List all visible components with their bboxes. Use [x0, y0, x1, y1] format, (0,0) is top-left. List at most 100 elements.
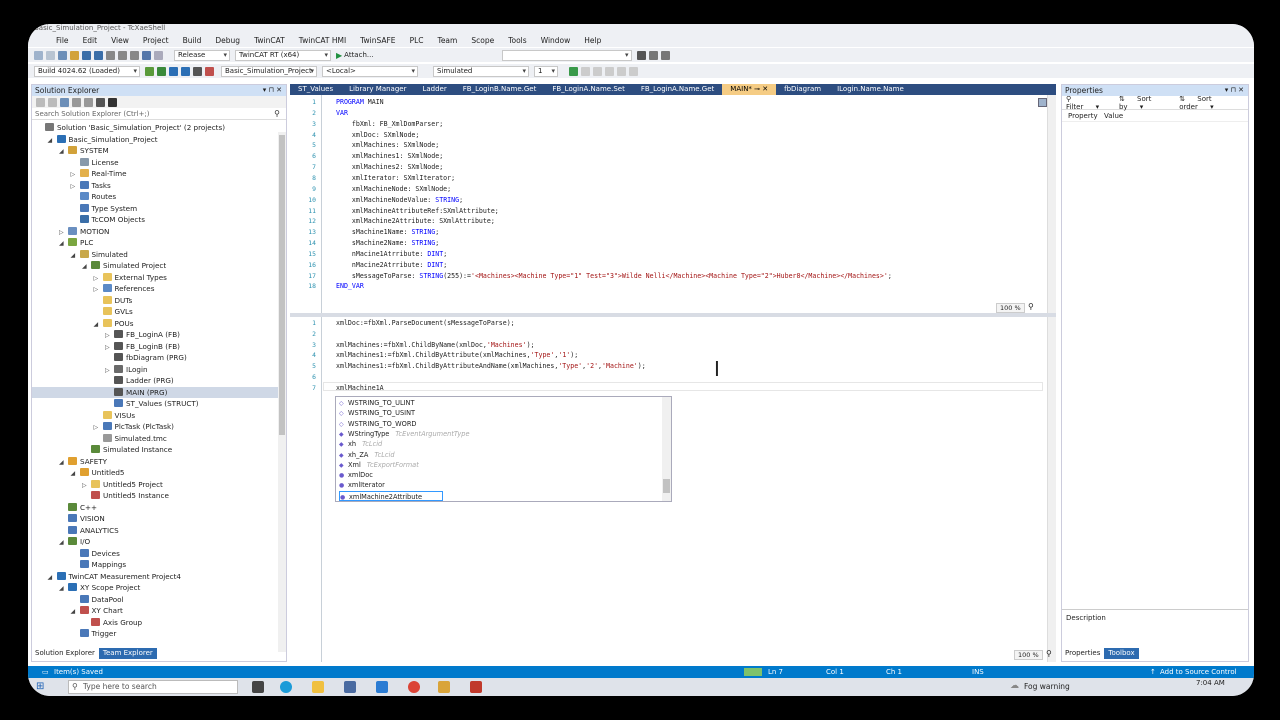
tree-item[interactable]: DataPool [32, 594, 278, 606]
code-line[interactable]: sMachine2Name: STRING; [336, 239, 439, 247]
tree-item[interactable]: Axis Group [32, 617, 278, 629]
code-line[interactable]: xmlDoc:=fbXml.ParseDocument(sMessageToPa… [336, 319, 515, 327]
tree-item[interactable]: Routes [32, 191, 278, 203]
paste-icon[interactable] [130, 50, 139, 60]
code-line[interactable]: xmlMachineNode: SXmlNode; [336, 185, 451, 193]
tree-item[interactable]: ▷ Tasks [32, 180, 278, 192]
tab-solution-explorer[interactable]: Solution Explorer [31, 648, 99, 659]
tree-item[interactable]: ◢ Untitled5 [32, 467, 278, 479]
menu-twincat[interactable]: TwinCAT [254, 36, 285, 45]
solution-explorer-scroll-thumb[interactable] [279, 135, 285, 435]
sort-order-button[interactable]: ⇅ Sort order ▾ [1179, 95, 1238, 111]
tree-item[interactable]: Devices [32, 548, 278, 560]
autocomplete-item[interactable]: ◆ xh_ZA TcLcid [339, 450, 395, 460]
editor-tab[interactable]: fbDiagram [776, 84, 829, 95]
zoom-level-bottom[interactable]: 100 % [1014, 650, 1043, 660]
autocomplete-item[interactable]: ◇ WSTRING_TO_WORD [339, 419, 416, 429]
home-icon[interactable] [60, 97, 69, 107]
close-tab-icon[interactable]: ⊸ ✕ [752, 85, 768, 93]
twincat-app-icon[interactable] [438, 681, 450, 693]
pane-controls[interactable]: ▾ ⊓ ✕ [1225, 85, 1244, 96]
menu-build[interactable]: Build [183, 36, 202, 45]
build-select[interactable]: Build 4024.62 (Loaded) [34, 65, 140, 77]
add-source-control-button[interactable]: Add to Source Control [1160, 666, 1237, 678]
login-icon[interactable] [569, 66, 578, 76]
autocomplete-item[interactable]: ● xmlMachine2Attribute [339, 490, 444, 501]
menu-debug[interactable]: Debug [215, 36, 240, 45]
declaration-editor[interactable]: 100 % ⚲ 1 PROGRAM MAIN 2 VAR 3 fbXml: FB_Xml… [290, 95, 1056, 315]
view-toggle-icon[interactable] [1038, 98, 1047, 107]
menu-plc[interactable]: PLC [410, 36, 424, 45]
tree-item[interactable]: Trigger [32, 628, 278, 640]
taskbar-search-input[interactable]: ⚲ Type here to search [68, 680, 238, 694]
weather-text[interactable]: Fog warning [1024, 682, 1070, 691]
tree-item[interactable]: ◢ TwinCAT Measurement Project4 [32, 571, 278, 583]
code-line[interactable]: END_VAR [336, 282, 364, 290]
windows-start-icon[interactable]: ⊞ [36, 681, 44, 692]
editor-tab[interactable]: FB_LoginA.Name.Get [633, 84, 722, 95]
back-icon[interactable] [36, 97, 45, 107]
run-mode-icon[interactable] [157, 66, 166, 76]
platform-select[interactable]: TwinCAT RT (x64) [235, 49, 331, 61]
editor-tab[interactable]: MAIN* ⊸ ✕ [722, 84, 777, 95]
menu-scope[interactable]: Scope [471, 36, 494, 45]
code-line[interactable]: sMessageToParse: STRING(255):='<Machines… [336, 272, 892, 280]
tree-item[interactable]: Simulated Instance [32, 444, 278, 456]
undo-icon[interactable] [142, 50, 151, 60]
declaration-scrollbar[interactable] [1047, 95, 1056, 315]
store-icon[interactable] [344, 681, 356, 693]
task-view-icon[interactable] [252, 681, 264, 693]
save-all-icon[interactable] [94, 50, 103, 60]
sync-icon[interactable] [72, 97, 81, 107]
clock-time[interactable]: 7:04 AM [1196, 679, 1225, 687]
tree-item[interactable]: MAIN (PRG) [32, 386, 278, 398]
settings-icon[interactable] [648, 50, 658, 60]
tree-item[interactable]: GVLs [32, 306, 278, 318]
mail-icon[interactable] [376, 681, 388, 693]
menu-twinsafe[interactable]: TwinSAFE [360, 36, 395, 45]
tree-item[interactable]: ▷ PlcTask (PlcTask) [32, 421, 278, 433]
menu-help[interactable]: Help [584, 36, 601, 45]
code-line[interactable]: xmlMachines1: SXmlNode; [336, 152, 443, 160]
tree-item[interactable]: Untitled5 Instance [32, 490, 278, 502]
find-combo[interactable] [501, 49, 632, 61]
menu-project[interactable]: Project [143, 36, 169, 45]
step-icon[interactable] [617, 66, 626, 76]
tree-item[interactable]: VISION [32, 513, 278, 525]
tree-item[interactable]: ◢ I/O [32, 536, 278, 548]
menu-twincat-hmi[interactable]: TwinCAT HMI [299, 36, 346, 45]
stop-icon[interactable] [593, 66, 602, 76]
scan-icon[interactable] [205, 66, 214, 76]
tree-item[interactable]: License [32, 157, 278, 169]
zoom-level-top[interactable]: 100 % [996, 303, 1025, 313]
collapse-icon[interactable] [108, 97, 117, 107]
breakpoint-icon[interactable] [629, 66, 638, 76]
tree-item[interactable]: Mappings [32, 559, 278, 571]
tree-item[interactable]: ▷ FB_LoginB (FB) [32, 341, 278, 353]
sort-by-button[interactable]: ⇅ Sort by ▾ [1119, 95, 1169, 111]
activate-config-icon[interactable] [145, 66, 154, 76]
window-icon[interactable] [660, 50, 670, 60]
recorder-app-icon[interactable] [470, 681, 482, 693]
editor-tab[interactable]: FB_LoginB.Name.Get [455, 84, 545, 95]
code-line[interactable]: sMachine1Name: STRING; [336, 228, 439, 236]
code-line[interactable]: PROGRAM MAIN [336, 98, 384, 106]
tab-toolbox[interactable]: Toolbox [1104, 648, 1139, 659]
autocomplete-item[interactable]: ● xmlIterator [339, 480, 385, 490]
file-explorer-icon[interactable] [312, 681, 324, 693]
code-line[interactable]: xmlMachineNodeValue: STRING; [336, 196, 463, 204]
forward-icon[interactable] [48, 97, 57, 107]
tree-item[interactable]: Simulated.tmc [32, 433, 278, 445]
tree-item[interactable]: ◢ SAFETY [32, 456, 278, 468]
code-line[interactable]: xmlMachine2Attribute: SXmlAttribute; [336, 217, 495, 225]
code-line[interactable]: fbXml: FB_XmlDomParser; [336, 120, 443, 128]
code-line[interactable]: nMacine1Atrribute: DINT; [336, 250, 447, 258]
config-mode-icon[interactable] [169, 66, 178, 76]
tree-item[interactable]: ▷ References [32, 283, 278, 295]
code-line[interactable]: xmlMachines1:=fbXml.ChildByAttribute(xml… [336, 351, 578, 359]
tree-item[interactable]: Type System [32, 203, 278, 215]
menu-file[interactable]: File [56, 36, 69, 45]
implementation-scrollbar[interactable] [1047, 317, 1056, 662]
tree-item[interactable]: ◢ Simulated Project [32, 260, 278, 272]
configuration-select[interactable]: Release [174, 49, 230, 61]
